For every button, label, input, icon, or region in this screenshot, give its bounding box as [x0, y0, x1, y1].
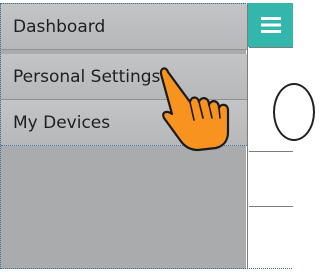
main-content-edge	[247, 3, 315, 269]
divider	[249, 47, 293, 48]
avatar-circle	[273, 83, 315, 141]
hamburger-icon	[260, 17, 281, 33]
dotted-edge	[247, 268, 292, 270]
menu-toggle-button[interactable]	[248, 3, 293, 47]
tap-hand-icon	[159, 67, 230, 152]
menu-item-label: My Devices	[13, 112, 111, 133]
menu-item-label: Personal Settings	[13, 66, 161, 87]
menu-item-label: Dashboard	[13, 16, 106, 37]
menu-item-dashboard[interactable]: Dashboard	[1, 4, 247, 50]
divider	[249, 151, 293, 152]
divider	[249, 206, 293, 207]
